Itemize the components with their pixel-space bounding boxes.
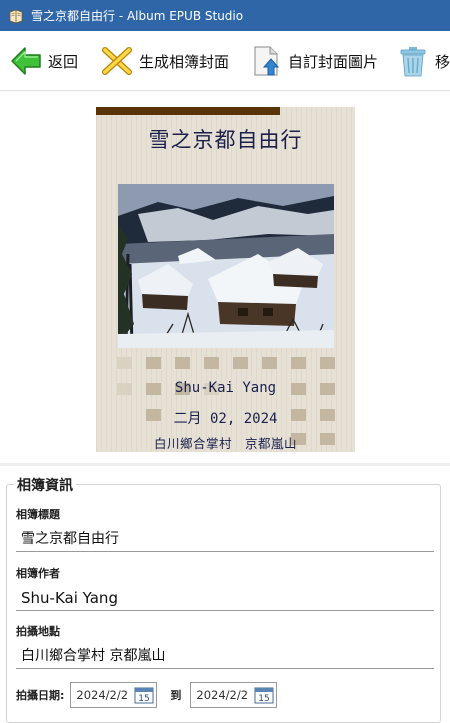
custom-cover-label: 自訂封面圖片 [288,52,379,71]
shooting-date-label: 拍攝日期: [16,689,65,702]
end-date-picker[interactable]: 2024/2/2 15 [190,682,278,708]
custom-cover-button[interactable]: 自訂封面圖片 [250,43,378,79]
album-author-label: 相簿作者 [16,567,60,580]
start-date-picker[interactable]: 2024/2/2 15 [70,682,158,708]
calendar-day-text: 15 [259,694,270,704]
app-book-icon [9,9,23,23]
album-cover: 雪之京都自由行 Shu-Kai Yang 二月 02, 2024 白川鄉合掌村 … [96,107,355,452]
trash-icon [400,47,426,77]
date-range-separator: 到 [170,689,182,702]
cover-photo-snow-village [118,184,334,348]
album-info-panel: 相簿資訊 相簿標題 雪之京都自由行 相簿作者 Shu-Kai Yang 拍攝地點… [0,466,450,723]
album-info-group: 相簿資訊 相簿標題 雪之京都自由行 相簿作者 Shu-Kai Yang 拍攝地點… [6,475,441,723]
album-info-heading: 相簿資訊 [14,475,76,495]
shooting-location-label: 拍攝地點 [16,625,60,638]
album-title-label: 相簿標題 [16,508,60,521]
end-date-value: 2024/2/2 [196,688,249,702]
shooting-date-row: 拍攝日期: 2024/2/2 15 到 2024/2/2 15 [16,682,278,708]
cover-author: Shu-Kai Yang [174,380,277,396]
calendar-icon[interactable]: 15 [254,686,274,704]
cover-preview-panel: 雪之京都自由行 Shu-Kai Yang 二月 02, 2024 白川鄉合掌村 … [0,91,450,463]
generate-cover-label: 生成相簿封面 [139,52,230,71]
shooting-location-field[interactable]: 白川鄉合掌村 京都嵐山 [16,643,434,669]
back-arrow-icon [11,47,41,75]
upload-file-icon [254,46,280,76]
back-label: 返回 [48,52,79,71]
toolbar: 返回 生成相簿封面 自訂封面圖片 移 [0,31,450,91]
generate-cross-icon [102,47,132,75]
back-button[interactable]: 返回 [10,43,78,79]
calendar-icon[interactable]: 15 [134,686,154,704]
generate-cover-button[interactable]: 生成相簿封面 [101,43,229,79]
calendar-day-text: 15 [139,694,150,704]
remove-cover-button[interactable]: 移 [397,43,450,79]
cover-date: 二月 02, 2024 [173,411,278,427]
album-author-field[interactable]: Shu-Kai Yang [16,585,434,611]
title-bar: 雪之京都自由行 - Album EPUB Studio [0,0,450,31]
album-title-field[interactable]: 雪之京都自由行 [16,526,434,552]
remove-cover-label: 移 [435,52,450,71]
cover-location: 白川鄉合掌村 京都嵐山 [153,436,297,451]
start-date-value: 2024/2/2 [76,688,129,702]
window-title: 雪之京都自由行 - Album EPUB Studio [31,9,244,23]
